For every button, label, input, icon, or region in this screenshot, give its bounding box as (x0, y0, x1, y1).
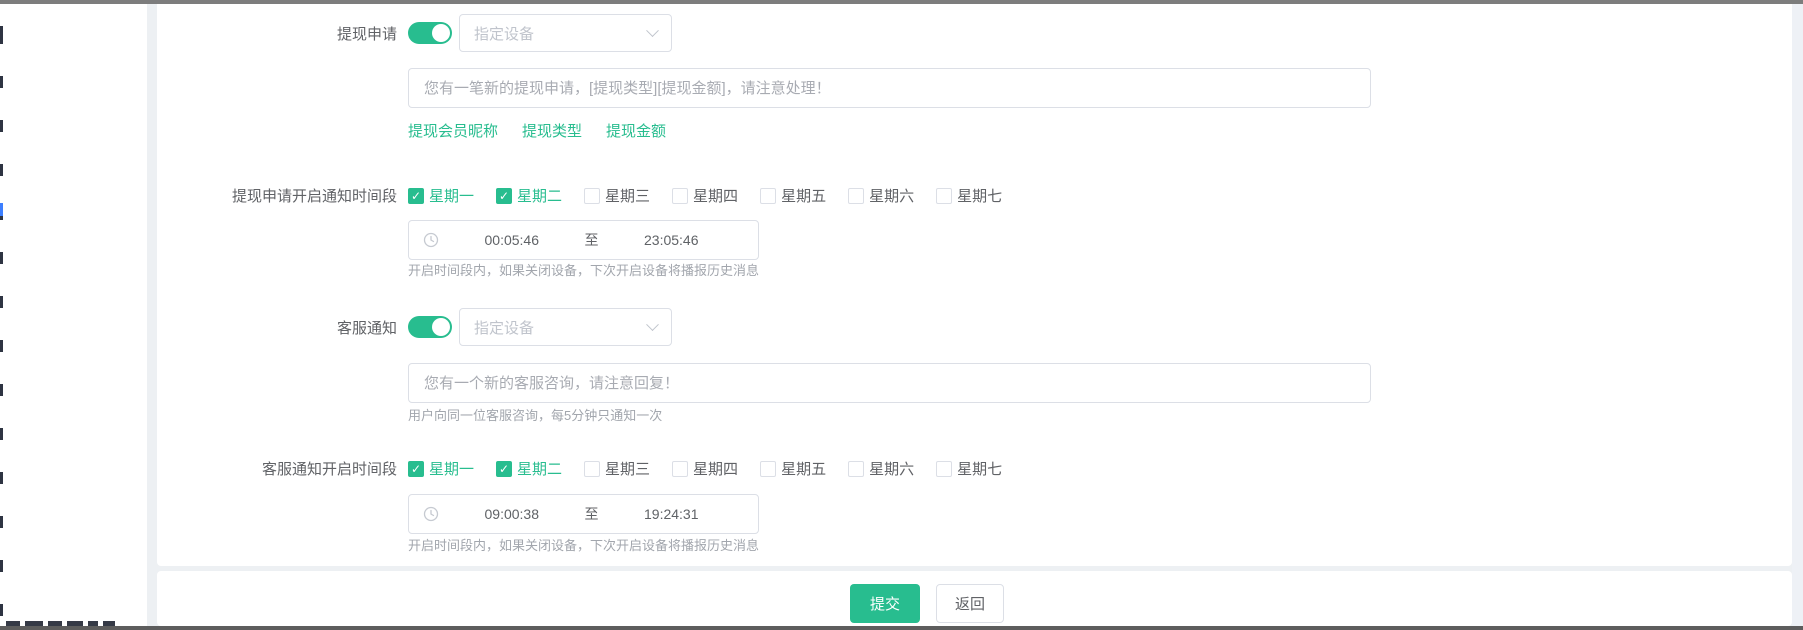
service-checkbox-thursday[interactable]: ✓星期四 (672, 458, 738, 479)
service-schedule-label: 客服通知开启时间段 (157, 458, 397, 479)
link-withdraw-amount[interactable]: 提现金额 (606, 120, 666, 141)
link-withdraw-type[interactable]: 提现类型 (522, 120, 582, 141)
checkbox-icon: ✓ (584, 461, 600, 477)
withdraw-schedule-helper: 开启时间段内，如果关闭设备，下次开启设备将播报历史消息 (408, 264, 1792, 278)
withdraw-schedule-row: 提现申请开启通知时间段 ✓星期一 ✓星期二 ✓星期三 ✓星期四 ✓星期五 ✓星期… (157, 185, 1792, 206)
service-checkbox-friday[interactable]: ✓星期五 (760, 458, 826, 479)
service-message-helper: 用户向同一位客服咨询，每5分钟只通知一次 (408, 409, 1792, 423)
withdraw-time-range-row: 00:05:46 至 23:05:46 (157, 220, 1792, 260)
time-separator: 至 (585, 504, 599, 524)
withdraw-device-select-placeholder: 指定设备 (474, 23, 648, 44)
withdraw-checkbox-monday[interactable]: ✓星期一 (408, 185, 474, 206)
checkbox-icon: ✓ (936, 188, 952, 204)
clock-icon (423, 232, 439, 248)
service-label: 客服通知 (157, 317, 397, 338)
withdraw-variable-links-row: 提现会员昵称 提现类型 提现金额 (157, 120, 1792, 141)
service-schedule-row: 客服通知开启时间段 ✓星期一 ✓星期二 ✓星期三 ✓星期四 ✓星期五 ✓星期六 … (157, 458, 1792, 479)
notification-settings-form: 提现申请 指定设备 提现会员昵称 提现类型 提现金额 提现申请开启通知时间段 ✓… (157, 4, 1792, 553)
service-time-end[interactable]: 19:24:31 (599, 506, 745, 522)
service-device-select-placeholder: 指定设备 (474, 317, 648, 338)
checkbox-icon: ✓ (496, 188, 512, 204)
service-checkbox-monday[interactable]: ✓星期一 (408, 458, 474, 479)
checkbox-icon: ✓ (848, 188, 864, 204)
checkbox-icon: ✓ (760, 188, 776, 204)
form-footer-bar: 提交 返回 (157, 571, 1792, 626)
service-checkbox-tuesday[interactable]: ✓星期二 (496, 458, 562, 479)
withdraw-toggle[interactable] (408, 22, 452, 44)
withdraw-message-row (157, 68, 1792, 108)
checkbox-icon: ✓ (408, 188, 424, 204)
withdraw-checkbox-friday[interactable]: ✓星期五 (760, 185, 826, 206)
checkbox-icon: ✓ (760, 461, 776, 477)
service-checkbox-wednesday[interactable]: ✓星期三 (584, 458, 650, 479)
page-background-right (1792, 4, 1803, 626)
checkbox-icon: ✓ (672, 461, 688, 477)
window-bottom-border (0, 626, 1803, 630)
link-withdraw-member-nickname[interactable]: 提现会员昵称 (408, 120, 498, 141)
withdraw-checkbox-saturday[interactable]: ✓星期六 (848, 185, 914, 206)
withdraw-time-start[interactable]: 00:05:46 (439, 232, 585, 248)
checkbox-icon: ✓ (408, 461, 424, 477)
withdraw-schedule-label: 提现申请开启通知时间段 (157, 185, 397, 206)
service-device-select[interactable]: 指定设备 (459, 308, 672, 346)
service-checkbox-sunday[interactable]: ✓星期七 (936, 458, 1002, 479)
withdraw-checkbox-sunday[interactable]: ✓星期七 (936, 185, 1002, 206)
time-separator: 至 (585, 230, 599, 250)
checkbox-icon: ✓ (672, 188, 688, 204)
withdraw-message-input[interactable] (408, 68, 1371, 108)
service-toggle[interactable] (408, 316, 452, 338)
withdraw-time-end[interactable]: 23:05:46 (599, 232, 745, 248)
withdraw-checkbox-tuesday[interactable]: ✓星期二 (496, 185, 562, 206)
chevron-down-icon (646, 318, 659, 331)
withdraw-device-select[interactable]: 指定设备 (459, 14, 672, 52)
service-time-start[interactable]: 09:00:38 (439, 506, 585, 522)
service-toggle-row: 客服通知 指定设备 (157, 308, 1792, 346)
service-checkbox-saturday[interactable]: ✓星期六 (848, 458, 914, 479)
withdraw-time-range-picker[interactable]: 00:05:46 至 23:05:46 (408, 220, 759, 260)
chevron-down-icon (646, 24, 659, 37)
settings-form-card: 提现申请 指定设备 提现会员昵称 提现类型 提现金额 提现申请开启通知时间段 ✓… (157, 4, 1792, 566)
service-time-range-picker[interactable]: 09:00:38 至 19:24:31 (408, 494, 759, 534)
toggle-knob (432, 24, 450, 42)
withdraw-toggle-row: 提现申请 指定设备 (157, 14, 1792, 52)
checkbox-icon: ✓ (496, 461, 512, 477)
toggle-knob (432, 318, 450, 336)
secondary-sidebar (3, 4, 147, 626)
service-message-input[interactable] (408, 363, 1371, 403)
service-schedule-helper: 开启时间段内，如果关闭设备，下次开启设备将播报历史消息 (408, 539, 1792, 553)
clock-icon (423, 506, 439, 522)
service-message-row (157, 363, 1792, 403)
submit-button[interactable]: 提交 (850, 584, 920, 623)
withdraw-checkbox-wednesday[interactable]: ✓星期三 (584, 185, 650, 206)
service-time-range-row: 09:00:38 至 19:24:31 (157, 494, 1792, 534)
back-button[interactable]: 返回 (936, 584, 1004, 623)
withdraw-label: 提现申请 (157, 23, 397, 44)
checkbox-icon: ✓ (584, 188, 600, 204)
withdraw-checkbox-thursday[interactable]: ✓星期四 (672, 185, 738, 206)
checkbox-icon: ✓ (936, 461, 952, 477)
checkbox-icon: ✓ (848, 461, 864, 477)
